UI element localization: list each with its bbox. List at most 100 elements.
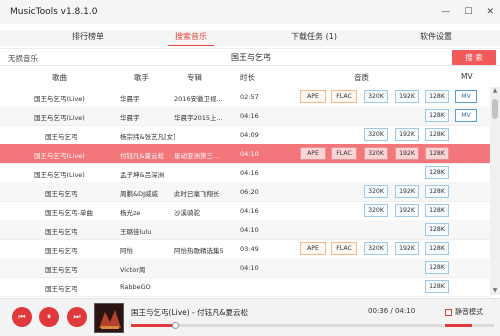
progress-knob[interactable] bbox=[171, 322, 179, 329]
quality-button-192k[interactable]: 192K bbox=[395, 128, 419, 141]
album-cover bbox=[94, 303, 124, 333]
quality-button-192k[interactable]: 192K bbox=[395, 147, 419, 160]
song-artist: 华晨宇 bbox=[120, 95, 140, 103]
maximize-button[interactable]: ☐ bbox=[464, 7, 472, 17]
song-album: 此时已毫飞翔长 bbox=[174, 190, 220, 198]
quality-button-ape[interactable]: APE bbox=[300, 242, 326, 255]
table-row[interactable]: 国王与乞丐 Victor周 04:10 128K bbox=[0, 258, 490, 278]
quality-button-320k[interactable]: 320K bbox=[364, 242, 388, 255]
song-title: 国王与乞丐 bbox=[45, 247, 78, 255]
song-artist: 周鹏&DJ威威 bbox=[120, 190, 158, 198]
lossless-filter[interactable]: 无损音乐 bbox=[8, 53, 38, 64]
quality-button-128k[interactable]: 128K bbox=[425, 166, 449, 179]
song-title: 国王与乞丐 bbox=[45, 190, 78, 198]
song-album: 沙溪骑驼 bbox=[174, 209, 200, 217]
quality-button-128k[interactable]: 128K bbox=[425, 223, 449, 236]
volume-slider[interactable] bbox=[445, 324, 494, 327]
song-duration: 04:10 bbox=[240, 264, 259, 272]
title-bar: MusicTools v1.8.1.0 — ☐ ✕ bbox=[0, 0, 500, 24]
tab-settings[interactable]: 软件设置 bbox=[412, 30, 460, 46]
col-mv: MV bbox=[461, 72, 473, 81]
pause-button[interactable]: ⏸ bbox=[39, 307, 59, 327]
quality-button-192k[interactable]: 192K bbox=[395, 185, 419, 198]
table-row[interactable]: 国王与乞丐(Live) 付钰凡&夏云松 星动亚洲第三... 04:10 APE FLAC 3… bbox=[0, 144, 490, 164]
song-duration: 03:49 bbox=[240, 245, 259, 253]
quality-button-192k[interactable]: 192K bbox=[395, 90, 419, 103]
quality-button-192k[interactable]: 192K bbox=[395, 242, 419, 255]
quality-button-128k[interactable]: 128K bbox=[425, 185, 449, 198]
table-row[interactable]: 国王与乞丐 RabbeGO 128K bbox=[0, 277, 490, 297]
quality-button-320k[interactable]: 320K bbox=[364, 185, 388, 198]
table-row[interactable]: 国王与乞丐 王璐佳lulu 04:10 128K bbox=[0, 220, 490, 240]
quality-button-128k[interactable]: 128K bbox=[425, 109, 449, 122]
scroll-thumb[interactable] bbox=[492, 99, 498, 119]
table-row[interactable]: 国王与乞丐(Live) 华晨宇 2016安徽卫视... 02:57 APE FLAC 320… bbox=[0, 87, 490, 107]
song-list: 国王与乞丐(Live) 华晨宇 2016安徽卫视... 02:57 APE FLAC 320… bbox=[0, 87, 490, 297]
play-time: 00:36 / 04:10 bbox=[368, 307, 416, 315]
prev-button[interactable]: ⏮ bbox=[12, 307, 32, 327]
close-button[interactable]: ✕ bbox=[486, 7, 494, 17]
table-row[interactable]: 国王与乞丐(Live) 华晨宇 华晨宇2015上... 04:16 128K MV bbox=[0, 106, 490, 126]
table-row[interactable]: 国王与乞丐 周鹏&DJ威威 此时已毫飞翔长 06:20 320K 192K 128K bbox=[0, 182, 490, 202]
search-button[interactable]: 搜 索 bbox=[452, 50, 496, 65]
tab-search[interactable]: 搜索音乐 bbox=[168, 30, 214, 46]
quality-button-ape[interactable]: APE bbox=[300, 147, 326, 160]
quality-button-192k[interactable]: 192K bbox=[395, 204, 419, 217]
song-title: 国王与乞丐 bbox=[45, 266, 78, 274]
quality-button-128k[interactable]: 128K bbox=[425, 90, 449, 103]
quality-button-128k[interactable]: 128K bbox=[425, 204, 449, 217]
quality-button-128k[interactable]: 128K bbox=[425, 280, 449, 293]
quality-button-320k[interactable]: 320K bbox=[364, 128, 388, 141]
quality-button-128k[interactable]: 128K bbox=[425, 242, 449, 255]
quality-button-128k[interactable]: 128K bbox=[425, 147, 449, 160]
mv-button[interactable]: MV bbox=[455, 90, 477, 103]
mv-button[interactable]: MV bbox=[455, 109, 477, 122]
table-row[interactable]: 国王与乞丐-单曲 杨光ze 沙溪骑驼 04:16 320K 192K 128K bbox=[0, 201, 490, 221]
table-row[interactable]: 国王与乞丐 阿怡 阿怡热歌精选集5 03:49 APE FLAC 320K 192K 128K bbox=[0, 239, 490, 259]
tab-charts[interactable]: 排行榜单 bbox=[60, 30, 116, 46]
quality-button-320k[interactable]: 320K bbox=[364, 90, 388, 103]
volume-fill bbox=[445, 324, 472, 327]
quality-button-flac[interactable]: FLAC bbox=[331, 90, 357, 103]
quality-button-flac[interactable]: FLAC bbox=[331, 147, 357, 160]
progress-bar[interactable] bbox=[131, 322, 442, 329]
scroll-up-icon[interactable]: ▲ bbox=[490, 87, 500, 95]
song-artist: 阿怡 bbox=[120, 247, 133, 255]
song-title: 国王与乞丐(Live) bbox=[34, 171, 85, 179]
app-title: MusicTools v1.8.1.0 bbox=[10, 7, 98, 17]
table-row[interactable]: 国王与乞丐(Live) 孟子坤&吕深洲 04:16 128K bbox=[0, 163, 490, 183]
next-button[interactable]: ⏭ bbox=[67, 307, 87, 327]
scrollbar[interactable]: ▲ ▼ bbox=[490, 87, 500, 295]
song-album: 阿怡热歌精选集5 bbox=[174, 247, 224, 255]
table-row[interactable]: 国王与乞丐 杨宗纬&张艺凡[女] 04:09 320K 192K 128K bbox=[0, 125, 490, 145]
quality-button-flac[interactable]: FLAC bbox=[331, 242, 357, 255]
song-album: 星动亚洲第三... bbox=[174, 152, 220, 160]
song-duration: 04:16 bbox=[240, 169, 259, 177]
song-title: 国王与乞丐(Live) bbox=[34, 152, 85, 160]
mute-label: 静音模式 bbox=[455, 308, 483, 316]
search-input[interactable]: 国王与乞丐 bbox=[231, 52, 271, 63]
progress-fill bbox=[131, 324, 175, 327]
quality-button-320k[interactable]: 320K bbox=[364, 147, 388, 160]
song-title: 国王与乞丐-单曲 bbox=[45, 209, 93, 217]
quality-button-128k[interactable]: 128K bbox=[425, 128, 449, 141]
table-header: 歌曲 歌手 专辑 时长 音质 MV bbox=[0, 69, 500, 85]
album-cover-icon bbox=[95, 304, 123, 332]
quality-button-320k[interactable]: 320K bbox=[364, 204, 388, 217]
quality-button-ape[interactable]: APE bbox=[300, 90, 326, 103]
song-artist: 杨光ze bbox=[120, 209, 141, 217]
song-duration: 04:16 bbox=[240, 112, 259, 120]
col-artist: 歌手 bbox=[134, 73, 149, 82]
tab-bar: 排行榜单 搜索音乐 下载任务 (1) 软件设置 bbox=[0, 30, 500, 46]
mute-checkbox[interactable] bbox=[445, 308, 452, 316]
scroll-down-icon[interactable]: ▼ bbox=[490, 287, 500, 295]
mute-toggle[interactable]: 静音模式 bbox=[445, 307, 483, 317]
song-title: 国王与乞丐(Live) bbox=[34, 95, 85, 103]
song-title: 国王与乞丐 bbox=[45, 285, 78, 293]
minimize-button[interactable]: — bbox=[441, 7, 450, 17]
quality-button-128k[interactable]: 128K bbox=[425, 261, 449, 274]
now-playing: 国王与乞丐(Live) - 付钰凡&夏云松 bbox=[131, 308, 248, 317]
song-duration: 04:10 bbox=[240, 150, 259, 158]
song-artist: 杨宗纬&张艺凡[女] bbox=[120, 133, 175, 141]
tab-downloads[interactable]: 下载任务 (1) bbox=[283, 30, 345, 46]
